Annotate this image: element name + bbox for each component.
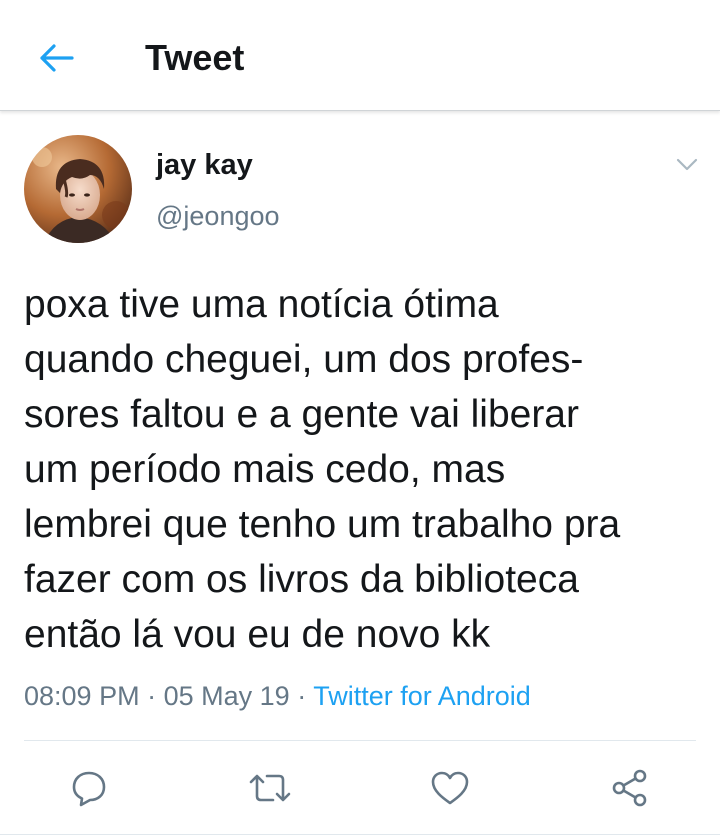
tweet-date: 05 May 19 [163, 681, 290, 711]
app-header: Tweet [0, 0, 720, 111]
tweet-actions [0, 762, 720, 814]
reply-button[interactable] [63, 762, 115, 814]
avatar[interactable] [24, 135, 132, 243]
author-display-name[interactable]: jay kay [156, 148, 253, 182]
retweet-button[interactable] [244, 762, 296, 814]
tweet-detail-screen: Tweet jay kay @jeongoo poxa tive uma not… [0, 0, 720, 840]
divider [24, 740, 696, 741]
bottom-divider [0, 834, 720, 835]
tweet-text: poxa tive uma notícia ótima quando chegu… [24, 283, 621, 656]
meta-separator: · [147, 681, 157, 711]
like-button[interactable] [424, 762, 476, 814]
chevron-down-icon [676, 158, 698, 171]
retweet-icon [249, 774, 291, 802]
tweet-time: 08:09 PM [24, 681, 140, 711]
tweet-menu-button[interactable] [670, 150, 704, 180]
tweet-source-link[interactable]: Twitter for Android [313, 681, 531, 711]
heart-icon [431, 771, 469, 805]
page-title: Tweet [145, 37, 245, 78]
arrow-left-icon [40, 44, 74, 72]
back-button[interactable] [30, 34, 82, 82]
reply-icon [72, 771, 106, 807]
author-handle[interactable]: @jeongoo [156, 199, 280, 233]
tweet-meta: 08:09 PM · 05 May 19 · Twitter for Andro… [24, 677, 531, 715]
avatar-photo [24, 135, 132, 243]
share-icon [612, 769, 647, 807]
meta-separator: · [297, 681, 307, 711]
share-button[interactable] [604, 762, 656, 814]
